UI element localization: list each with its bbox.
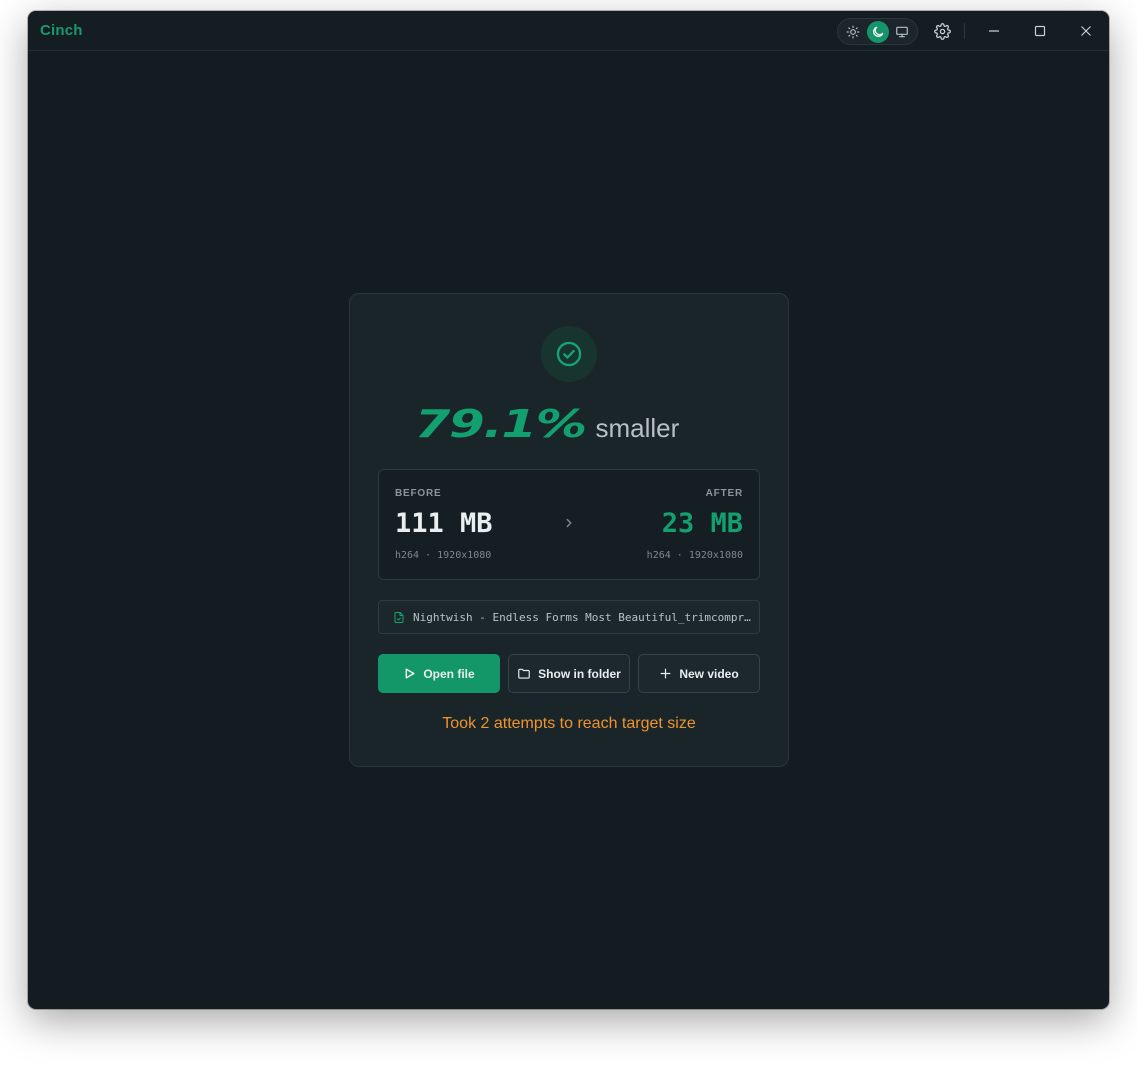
result-card: 79.1% smaller BEFORE 111 MB h264 · 1920x1… — [349, 293, 789, 767]
before-size: 111 MB — [395, 508, 493, 539]
size-comparison: BEFORE 111 MB h264 · 1920x1080 AFTER 23 … — [378, 469, 760, 580]
reduction-suffix: smaller — [595, 413, 680, 443]
close-button[interactable] — [1075, 20, 1097, 42]
theme-system-button[interactable] — [891, 21, 913, 43]
check-circle-icon — [556, 341, 582, 367]
theme-light-button[interactable] — [842, 21, 864, 43]
maximize-icon — [1034, 25, 1046, 37]
show-in-folder-button[interactable]: Show in folder — [508, 654, 630, 693]
theme-dark-button[interactable] — [866, 20, 889, 43]
app-title: Cinch — [40, 22, 83, 39]
reduction-headline: 79.1% smaller — [350, 402, 788, 446]
chevron-right-icon — [562, 516, 576, 535]
titlebar: Cinch — [28, 11, 1109, 51]
output-file-path[interactable]: Nightwish - Endless Forms Most Beautiful… — [378, 600, 760, 634]
after-meta: h264 · 1920x1080 — [646, 550, 743, 561]
plus-icon — [660, 668, 671, 679]
play-icon — [405, 668, 415, 679]
open-file-label: Open file — [423, 666, 475, 681]
titlebar-divider — [964, 23, 965, 39]
sun-icon — [846, 25, 860, 38]
new-video-label: New video — [679, 666, 739, 681]
folder-icon — [518, 668, 530, 679]
minimize-button[interactable] — [983, 20, 1005, 42]
before-meta: h264 · 1920x1080 — [395, 550, 492, 561]
new-video-button[interactable]: New video — [638, 654, 760, 693]
reduction-percent: 79.1% — [414, 402, 587, 446]
monitor-icon — [896, 26, 908, 37]
moon-icon — [872, 26, 883, 37]
after-label: AFTER — [705, 488, 743, 499]
attempts-note: Took 2 attempts to reach target size — [442, 715, 696, 732]
app-window: Cinch 79.1% smaller BEFORE 111 MB h264 ·… — [28, 11, 1109, 1009]
after-size: 23 MB — [661, 508, 743, 539]
open-file-button[interactable]: Open file — [378, 654, 500, 693]
close-icon — [1081, 26, 1091, 36]
minimize-icon — [989, 30, 999, 32]
settings-button[interactable] — [931, 20, 953, 42]
output-file-name: Nightwish - Endless Forms Most Beautiful… — [413, 610, 753, 624]
show-in-folder-label: Show in folder — [538, 666, 621, 681]
theme-toggle — [837, 18, 918, 45]
file-check-icon — [394, 611, 404, 623]
before-label: BEFORE — [395, 488, 442, 499]
success-badge — [541, 326, 597, 382]
maximize-button[interactable] — [1029, 20, 1051, 42]
gear-icon — [933, 22, 951, 40]
